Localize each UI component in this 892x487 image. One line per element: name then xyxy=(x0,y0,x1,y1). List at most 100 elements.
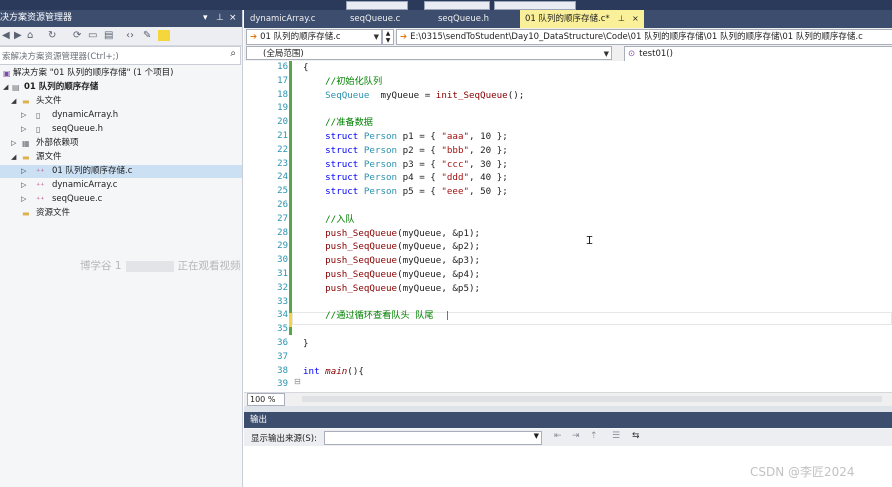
code-line[interactable]: //入队 xyxy=(303,213,354,227)
word-wrap-icon[interactable]: ⇆ xyxy=(632,431,640,441)
code-line[interactable]: struct Person p3 = { "ccc", 30 }; xyxy=(303,158,508,172)
dropdown-icon[interactable]: ▾ xyxy=(203,10,208,27)
line-number: 18 xyxy=(277,89,288,100)
tab-seqqueue-c[interactable]: seqQueue.c xyxy=(350,10,400,28)
collapsed-arrow-icon[interactable]: ▷ xyxy=(21,109,26,122)
folder-icon: ▬ xyxy=(22,153,30,162)
csdn-watermark: CSDN @李匠2024 xyxy=(750,465,855,479)
tab-main-c[interactable]: 01 队列的顺序存储.c* ⊥ × xyxy=(520,10,644,28)
home-icon[interactable]: ⌂ xyxy=(27,30,33,41)
code-line[interactable]: //通过循环查看队头 队尾 | xyxy=(303,309,450,323)
arrow-right-icon: ➔ xyxy=(250,32,258,42)
output-source-select[interactable]: ▼ xyxy=(324,431,542,445)
expanded-arrow-icon[interactable]: ◢ xyxy=(3,81,8,94)
code-editor[interactable]: 16 17 18 19 20 21 22 23 24 25 26 27 28 29 30 31 32 33 34 35… xyxy=(244,61,892,392)
line-number: 24 xyxy=(277,172,288,183)
code-line[interactable]: struct Person p4 = { "ddd", 40 }; xyxy=(303,171,508,185)
find-message-icon[interactable]: ⇡ xyxy=(590,431,598,441)
code-line[interactable]: push_SeqQueue(myQueue, &p2); xyxy=(303,240,480,254)
show-all-icon[interactable]: ▤ xyxy=(104,30,113,41)
output-title-bar: 输出 xyxy=(244,412,892,428)
tab-dynamicarray-c[interactable]: dynamicArray.c xyxy=(250,10,315,28)
scope-bar: (全局范围) ▼ ⊙ test01() xyxy=(244,45,892,62)
line-number: 17 xyxy=(277,75,288,86)
line-number: 34 xyxy=(277,310,288,321)
function-dropdown[interactable]: ⊙ test01() xyxy=(624,46,892,62)
collapsed-arrow-icon[interactable]: ▷ xyxy=(21,123,26,136)
zoom-dropdown[interactable]: 100 % xyxy=(247,393,285,406)
goto-previous-icon[interactable]: ⇤ xyxy=(554,431,562,441)
fold-marker-icon[interactable]: ⊟ xyxy=(294,377,301,386)
horizontal-scrollbar[interactable] xyxy=(302,396,882,402)
line-number: 25 xyxy=(277,186,288,197)
panel-title: 决方案资源管理器 xyxy=(0,13,73,23)
line-number: 20 xyxy=(277,117,288,128)
line-number: 23 xyxy=(277,158,288,169)
solution-search-box[interactable]: 索解决方案资源管理器(Ctrl+;) ⌕ xyxy=(0,46,241,65)
code-line[interactable]: int main(){ xyxy=(303,365,364,379)
collapsed-arrow-icon[interactable]: ▷ xyxy=(21,165,26,178)
path-dropdown[interactable]: ➔ E:\0315\sendToStudent\Day10_DataStructu… xyxy=(396,29,892,45)
solution-explorer-title-bar: 决方案资源管理器 ▾ ⊥ × xyxy=(0,10,242,27)
collapsed-arrow-icon[interactable]: ▷ xyxy=(21,179,26,192)
search-placeholder: 索解决方案资源管理器(Ctrl+;) xyxy=(2,52,119,62)
tab-seqqueue-h[interactable]: seqQueue.h xyxy=(438,10,489,28)
collapsed-arrow-icon[interactable]: ▷ xyxy=(11,137,16,150)
line-number: 39 xyxy=(277,379,288,390)
project-icon: ▤ xyxy=(12,83,20,92)
collapsed-arrow-icon[interactable]: ▷ xyxy=(21,193,26,206)
preview-icon[interactable] xyxy=(158,30,170,41)
video-watermark: 博学谷 1 正在观看视频 xyxy=(80,260,241,272)
expanded-arrow-icon[interactable]: ◢ xyxy=(11,151,16,164)
code-line[interactable]: { xyxy=(303,61,309,75)
properties-icon[interactable]: ✎ xyxy=(143,30,151,41)
expanded-arrow-icon[interactable]: ◢ xyxy=(11,95,16,108)
refresh-icon[interactable]: ⟳ xyxy=(73,30,81,41)
code-line[interactable]: SeqQueue myQueue = init_SeqQueue(); xyxy=(303,89,524,103)
folder-icon: ▬ xyxy=(22,97,30,106)
code-line[interactable]: struct Person p2 = { "bbb", 20 }; xyxy=(303,144,508,158)
editor-status-bar: 100 % xyxy=(244,392,892,406)
line-number: 22 xyxy=(277,144,288,155)
line-number: 38 xyxy=(277,365,288,376)
code-line[interactable]: push_SeqQueue(myQueue, &p4); xyxy=(303,268,480,282)
clear-all-icon[interactable]: ☰ xyxy=(612,431,620,441)
sync-icon[interactable]: ↻ xyxy=(48,30,56,41)
search-icon[interactable]: ⌕ xyxy=(230,48,236,59)
scope-dropdown[interactable]: (全局范围) ▼ xyxy=(246,46,612,60)
source-file-icon: ⁺⁺ xyxy=(36,167,45,176)
line-number: 26 xyxy=(277,200,288,210)
blurred-text xyxy=(125,260,174,272)
file-dropdown[interactable]: ➔ 01 队列的顺序存储.c ▼ xyxy=(246,29,382,45)
pin-icon[interactable]: ⊥ xyxy=(618,10,625,28)
close-icon[interactable]: × xyxy=(632,10,639,28)
source-file-icon: ⁺⁺ xyxy=(36,181,45,190)
code-line[interactable]: push_SeqQueue(myQueue, &p1); xyxy=(303,227,480,241)
line-number: 32 xyxy=(277,282,288,293)
toolbar-combo[interactable] xyxy=(346,1,408,10)
line-number: 31 xyxy=(277,269,288,279)
code-line[interactable]: struct Person p5 = { "eee", 50 }; xyxy=(303,185,508,199)
line-number-gutter: 16 17 18 19 20 21 22 23 24 25 26 27 28 29 30 31 32 33 34 35… xyxy=(244,61,288,392)
pin-icon[interactable]: ⊥ xyxy=(216,10,224,27)
code-line[interactable]: push_SeqQueue(myQueue, &p3); xyxy=(303,254,480,268)
goto-next-icon[interactable]: ⇥ xyxy=(572,431,580,441)
change-marker-saved xyxy=(289,327,292,335)
forward-icon[interactable]: ▶ xyxy=(14,30,22,41)
split-spinner[interactable]: ▲ ▼ xyxy=(382,29,394,45)
code-line[interactable]: struct Person p1 = { "aaa", 10 }; xyxy=(303,130,508,144)
toolbar-combo[interactable] xyxy=(424,1,490,10)
change-marker-saved xyxy=(289,61,292,313)
code-view-icon[interactable]: ‹› xyxy=(126,30,134,41)
back-icon[interactable]: ◀ xyxy=(2,30,10,41)
code-line[interactable]: } xyxy=(303,337,309,351)
output-toolbar: 显示输出来源(S): ▼ ⇤ ⇥ ⇡ ☰ ⇆ xyxy=(244,429,892,446)
line-number: 27 xyxy=(277,213,288,224)
chevron-down-icon: ▼ xyxy=(533,432,539,440)
code-line[interactable]: push_SeqQueue(myQueue, &p5); xyxy=(303,282,480,296)
code-line[interactable]: //准备数据 xyxy=(303,116,373,130)
close-icon[interactable]: × xyxy=(229,10,237,27)
code-line[interactable]: //初始化队列 xyxy=(303,75,382,89)
toolbar-combo[interactable] xyxy=(494,1,576,10)
collapse-icon[interactable]: ▭ xyxy=(88,30,97,41)
